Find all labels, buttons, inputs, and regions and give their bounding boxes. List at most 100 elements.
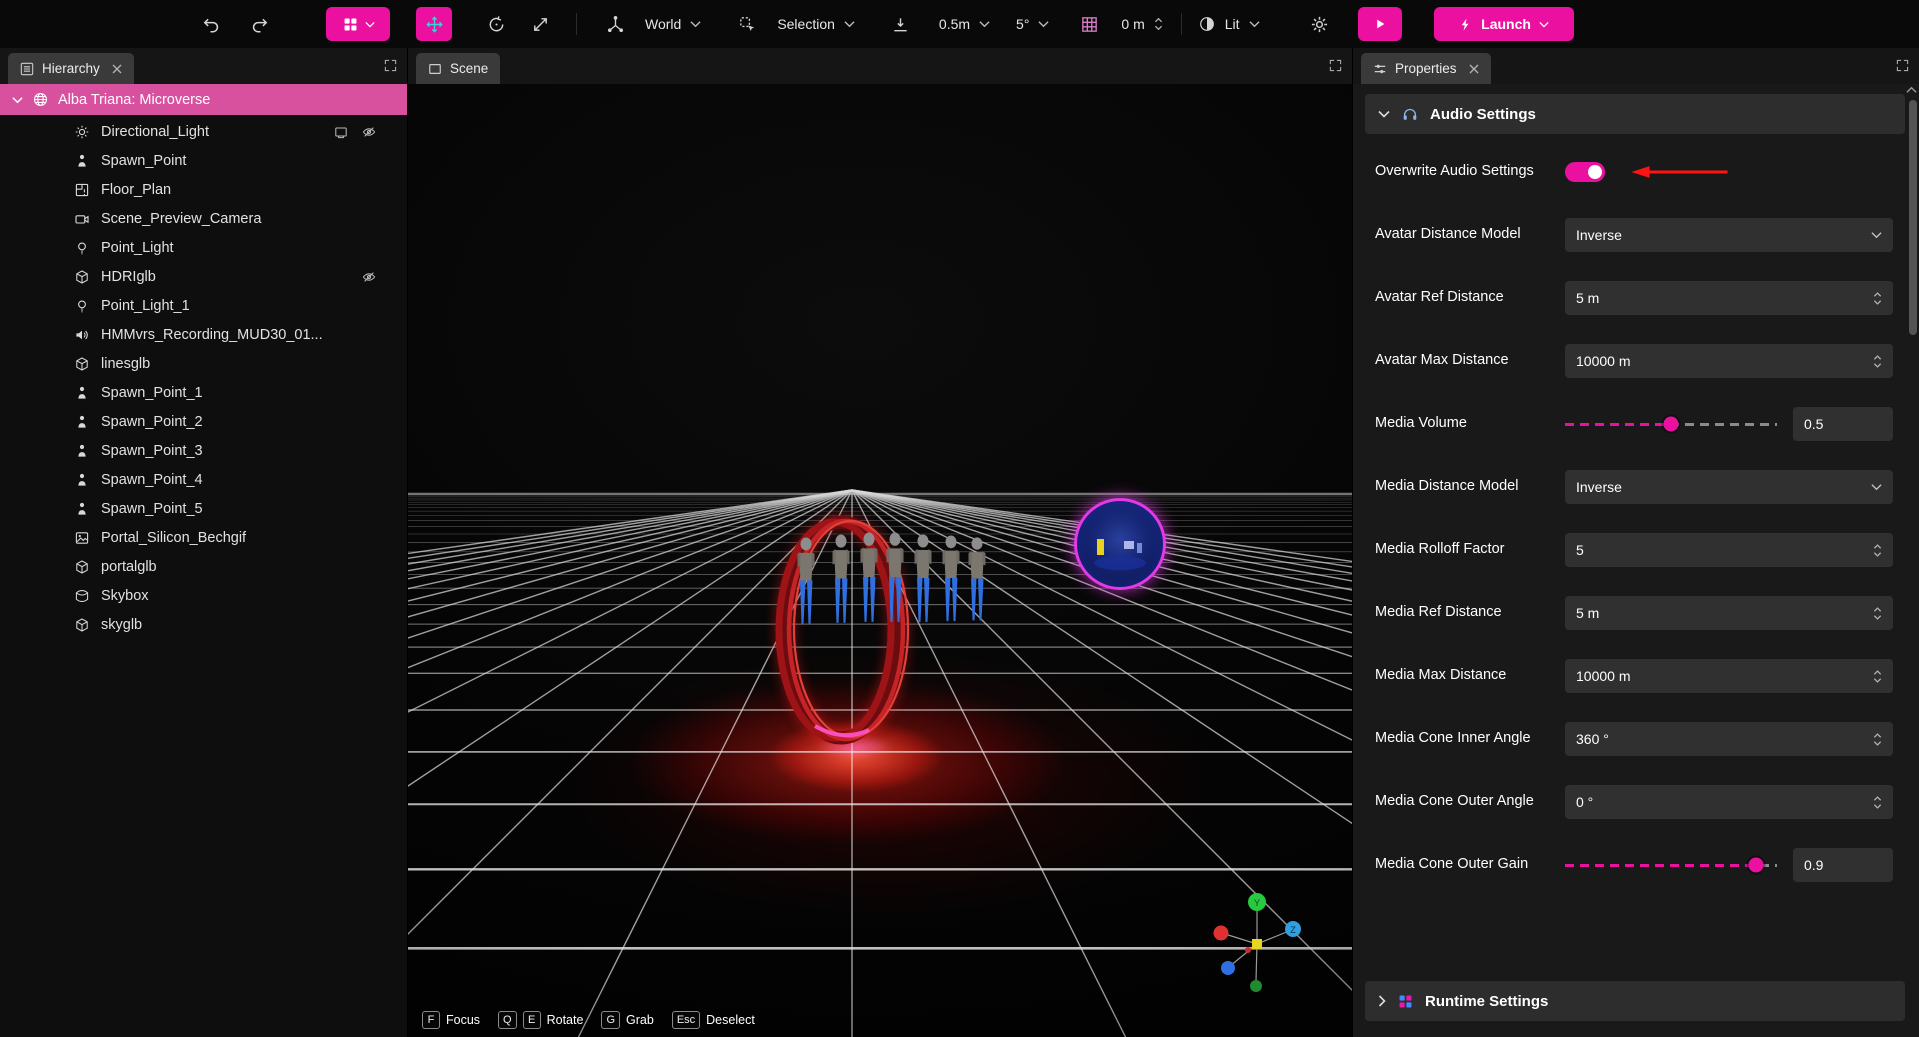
slider-value-media-cone-outer-gain[interactable]: 0.9 xyxy=(1793,848,1893,882)
launch-button[interactable]: Launch xyxy=(1434,7,1574,41)
tab-scene[interactable]: Scene xyxy=(416,53,500,84)
hierarchy-item[interactable]: Point_Light_1 xyxy=(0,291,407,320)
play-button[interactable] xyxy=(1358,7,1402,41)
spinner-icon[interactable] xyxy=(1873,605,1882,622)
rotate-tool-button[interactable] xyxy=(478,7,514,41)
hierarchy-item[interactable]: Portal_Silicon_Bechgif xyxy=(0,523,407,552)
scrollbar-up-icon[interactable] xyxy=(1906,86,1917,94)
frame-icon[interactable] xyxy=(333,124,349,140)
move-tool-button[interactable] xyxy=(416,7,452,41)
hierarchy-item[interactable]: Skybox xyxy=(0,581,407,610)
rotate-snap-dropdown[interactable]: 5° xyxy=(1010,7,1055,41)
property-row: Overwrite Audio Settings xyxy=(1365,144,1905,200)
stepper-media-cone-inner-angle[interactable]: 360 ° xyxy=(1565,722,1893,756)
transform-space-button[interactable] xyxy=(597,7,633,41)
avatar-figure[interactable] xyxy=(938,534,964,627)
hierarchy-item[interactable]: Scene_Preview_Camera xyxy=(0,204,407,233)
hierarchy-root-item[interactable]: Alba Triana: Microverse xyxy=(0,84,407,115)
avatar-figure[interactable] xyxy=(910,533,936,628)
hierarchy-item[interactable]: Spawn_Point_4 xyxy=(0,465,407,494)
expand-viewport-icon[interactable] xyxy=(1329,59,1342,72)
toggle-overwrite-audio-settings[interactable] xyxy=(1565,162,1605,182)
hierarchy-item[interactable]: Spawn_Point_3 xyxy=(0,436,407,465)
slider-media-volume[interactable] xyxy=(1565,415,1777,433)
key-esc: Esc xyxy=(672,1011,700,1029)
render-mode-dropdown[interactable]: Lit xyxy=(1192,7,1266,41)
expand-panel-icon[interactable] xyxy=(1896,59,1909,72)
hierarchy-item-label: Floor_Plan xyxy=(101,182,171,198)
annotation-arrow-icon xyxy=(1627,164,1731,180)
hierarchy-item[interactable]: linesglb xyxy=(0,349,407,378)
grid-snap-button[interactable] xyxy=(1071,7,1107,41)
hierarchy-item[interactable]: Floor_Plan xyxy=(0,175,407,204)
toggle-knob xyxy=(1588,165,1602,179)
hierarchy-item[interactable]: Spawn_Point xyxy=(0,146,407,175)
settings-button[interactable] xyxy=(1302,7,1338,41)
hierarchy-item[interactable]: skyglb xyxy=(0,610,407,639)
move-snap-dropdown[interactable]: 0.5m xyxy=(933,7,996,41)
property-label: Overwrite Audio Settings xyxy=(1375,162,1543,182)
hierarchy-item[interactable]: HDRIglb xyxy=(0,262,407,291)
stepper-avatar-ref-distance[interactable]: 5 m xyxy=(1565,281,1893,315)
scrollbar-thumb[interactable] xyxy=(1909,100,1917,335)
avatar-figure[interactable] xyxy=(882,531,908,628)
chevron-down-icon xyxy=(690,20,701,28)
redo-button[interactable] xyxy=(242,7,278,41)
hierarchy-item[interactable]: Point_Light xyxy=(0,233,407,262)
stepper-media-cone-outer-angle[interactable]: 0 ° xyxy=(1565,785,1893,819)
selection-mode-button[interactable] xyxy=(729,7,765,41)
tab-properties[interactable]: Properties xyxy=(1361,53,1491,84)
avatar-figure[interactable] xyxy=(828,533,854,629)
property-row: Media Ref Distance5 m xyxy=(1365,585,1905,641)
stepper-media-max-distance[interactable]: 10000 m xyxy=(1565,659,1893,693)
scene-canvas[interactable]: Y Z FFocusQERotateGGrabEscDeselect xyxy=(408,84,1352,1037)
avatar-figure[interactable] xyxy=(856,531,882,628)
spinner-icon[interactable] xyxy=(1873,542,1882,559)
avatar-figure[interactable] xyxy=(793,536,819,630)
slider-knob[interactable] xyxy=(1748,858,1763,873)
spinner-icon[interactable] xyxy=(1873,290,1882,307)
hierarchy-item[interactable]: Spawn_Point_1 xyxy=(0,378,407,407)
expand-panel-icon[interactable] xyxy=(384,59,397,72)
close-icon[interactable] xyxy=(1469,64,1479,74)
rotate-snap-value: 5° xyxy=(1016,16,1029,32)
spinner-icon[interactable] xyxy=(1873,731,1882,748)
spinner-icon[interactable] xyxy=(1873,794,1882,811)
axis-gizmo[interactable]: Y Z xyxy=(1197,884,1317,1004)
property-row: Avatar Distance ModelInverse xyxy=(1365,207,1905,263)
dropdown-avatar-distance-model[interactable]: Inverse xyxy=(1565,218,1893,252)
hierarchy-item[interactable]: Spawn_Point_2 xyxy=(0,407,407,436)
hierarchy-item-label: Spawn_Point xyxy=(101,153,186,169)
undo-button[interactable] xyxy=(192,7,228,41)
dropdown-media-distance-model[interactable]: Inverse xyxy=(1565,470,1893,504)
surface-snap-button[interactable] xyxy=(883,7,919,41)
portal[interactable] xyxy=(1074,498,1166,590)
tab-hierarchy[interactable]: Hierarchy xyxy=(8,53,134,84)
eye-off-icon[interactable] xyxy=(361,269,377,285)
world-space-dropdown[interactable]: World xyxy=(639,7,707,41)
sun-icon xyxy=(74,124,90,140)
hierarchy-item[interactable]: HMMvrs_Recording_MUD30_01... xyxy=(0,320,407,349)
slider-media-cone-outer-gain[interactable] xyxy=(1565,856,1777,874)
slider-value-media-volume[interactable]: 0.5 xyxy=(1793,407,1893,441)
spinner-icon[interactable] xyxy=(1873,353,1882,370)
hierarchy-item-label: Spawn_Point_1 xyxy=(101,385,203,401)
hierarchy-item[interactable]: portalglb xyxy=(0,552,407,581)
slider-knob[interactable] xyxy=(1664,417,1679,432)
stepper-media-rolloff-factor[interactable]: 5 xyxy=(1565,533,1893,567)
hierarchy-item[interactable]: Directional_Light xyxy=(0,117,407,146)
layout-grid-button[interactable] xyxy=(326,7,390,41)
eye-off-icon[interactable] xyxy=(361,124,377,140)
hint-label: Focus xyxy=(446,1013,480,1027)
avatar-figure[interactable] xyxy=(964,536,990,626)
stepper-media-ref-distance[interactable]: 5 m xyxy=(1565,596,1893,630)
audio-settings-header[interactable]: Audio Settings xyxy=(1365,94,1905,134)
hierarchy-item[interactable]: Spawn_Point_5 xyxy=(0,494,407,523)
close-icon[interactable] xyxy=(112,64,122,74)
stepper-avatar-max-distance[interactable]: 10000 m xyxy=(1565,344,1893,378)
selection-dropdown[interactable]: Selection xyxy=(771,7,861,41)
scale-tool-button[interactable] xyxy=(522,7,558,41)
runtime-settings-header[interactable]: Runtime Settings xyxy=(1365,981,1905,1021)
height-snap-stepper[interactable]: 0 m xyxy=(1115,7,1168,41)
spinner-icon[interactable] xyxy=(1873,668,1882,685)
